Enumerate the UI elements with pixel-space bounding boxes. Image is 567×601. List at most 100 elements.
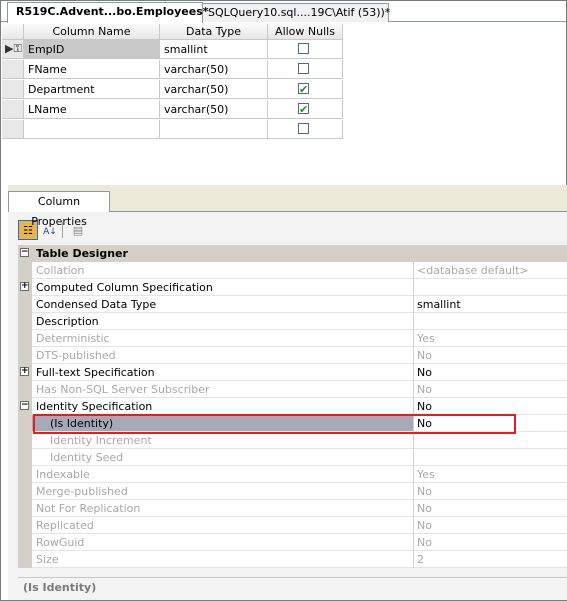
category-gutter: − (18, 245, 32, 262)
expand-icon[interactable]: + (20, 282, 29, 291)
allow-nulls-checkbox[interactable] (298, 100, 309, 119)
data-type-cell[interactable] (160, 120, 268, 139)
allow-nulls-checkbox[interactable] (298, 43, 309, 54)
property-value: No (414, 534, 567, 551)
data-type-cell[interactable]: varchar(50) (160, 80, 268, 99)
row-selector[interactable] (2, 120, 24, 139)
property-gutter: − (18, 398, 32, 415)
property-row[interactable]: Collation <database default> (18, 262, 567, 279)
category-title: Table Designer (32, 245, 414, 262)
property-row[interactable]: Description (18, 313, 567, 330)
allow-nulls-checkbox[interactable] (298, 80, 309, 99)
property-gutter (18, 466, 32, 483)
property-value: Yes (414, 330, 567, 347)
property-value[interactable]: No (414, 398, 567, 415)
row-selector[interactable] (2, 80, 24, 99)
property-name: Description (32, 313, 414, 330)
allow-nulls-cell (268, 120, 343, 139)
allow-nulls-cell (268, 40, 343, 59)
collapse-icon[interactable]: − (20, 248, 29, 257)
property-name: RowGuid (32, 534, 414, 551)
property-row[interactable]: + Computed Column Specification (18, 279, 567, 296)
property-name: Condensed Data Type (32, 296, 414, 313)
allow-nulls-checkbox[interactable] (298, 63, 309, 74)
property-gutter (18, 483, 32, 500)
column-name-cell[interactable] (24, 120, 160, 139)
property-gutter (18, 534, 32, 551)
tab-column-properties[interactable]: Column Properties (8, 191, 110, 228)
property-row[interactable]: Deterministic Yes (18, 330, 567, 347)
property-value: No (414, 500, 567, 517)
property-gutter (18, 449, 32, 466)
property-value: <database default> (414, 262, 567, 279)
property-gutter (18, 262, 32, 279)
data-type-cell[interactable]: varchar(50) (160, 100, 268, 119)
data-type-cell[interactable]: smallint (160, 40, 268, 59)
property-row[interactable]: Indexable Yes (18, 466, 567, 483)
property-gutter (18, 381, 32, 398)
property-row[interactable]: Identity Seed (18, 449, 567, 466)
property-gutter (18, 415, 32, 432)
row-selector[interactable] (2, 60, 24, 79)
property-value (414, 449, 567, 466)
tab-sql-query[interactable]: SQLQuery10.sql....19C\Atif (53))* (199, 3, 390, 22)
property-value[interactable] (414, 313, 567, 330)
document-tab-bar: R519C.Advent...bo.Employees* SQLQuery10.… (1, 1, 566, 23)
property-gutter (18, 432, 32, 449)
property-row[interactable]: Identity Increment (18, 432, 567, 449)
property-row[interactable]: Merge-published No (18, 483, 567, 500)
property-value[interactable] (414, 279, 567, 296)
property-gutter (18, 330, 32, 347)
property-name: Merge-published (32, 483, 414, 500)
property-row[interactable]: Not For Replication No (18, 500, 567, 517)
property-name: Identity Specification (32, 398, 414, 415)
property-gutter (18, 347, 32, 364)
property-name: Identity Seed (32, 449, 414, 466)
expand-icon[interactable]: + (20, 367, 29, 376)
allow-nulls-cell (268, 80, 343, 99)
property-row[interactable]: Condensed Data Type smallint (18, 296, 567, 313)
property-gutter (18, 296, 32, 313)
red-highlight-box (33, 414, 516, 434)
property-gutter: + (18, 279, 32, 296)
property-description-pane: (Is Identity) (18, 577, 567, 597)
property-value[interactable]: No (414, 364, 567, 381)
property-gutter: + (18, 364, 32, 381)
property-row[interactable]: Size 2 (18, 551, 567, 568)
row-selector-header (2, 24, 24, 40)
allow-nulls-cell (268, 100, 343, 119)
property-name: Indexable (32, 466, 414, 483)
property-gutter (18, 551, 32, 568)
property-gutter (18, 313, 32, 330)
category-row[interactable]: − Table Designer (18, 245, 567, 262)
property-row[interactable]: Replicated No (18, 517, 567, 534)
property-name: Full-text Specification (32, 364, 414, 381)
row-selector[interactable] (2, 100, 24, 119)
data-type-cell[interactable]: varchar(50) (160, 60, 268, 79)
column-name-cell[interactable]: EmpID (24, 40, 160, 59)
property-row[interactable]: + Full-text Specification No (18, 364, 567, 381)
category-fill (414, 245, 567, 262)
property-value: No (414, 381, 567, 398)
column-name-cell[interactable]: LName (24, 100, 160, 119)
property-name: Not For Replication (32, 500, 414, 517)
property-row[interactable]: Has Non-SQL Server Subscriber No (18, 381, 567, 398)
property-name: Has Non-SQL Server Subscriber (32, 381, 414, 398)
column-name-cell[interactable]: FName (24, 60, 160, 79)
collapse-icon[interactable]: − (20, 401, 29, 410)
tab-employees-designer[interactable]: R519C.Advent...bo.Employees* (7, 2, 209, 23)
property-name: Computed Column Specification (32, 279, 414, 296)
property-row[interactable]: DTS-published No (18, 347, 567, 364)
header-allow-nulls: Allow Nulls (268, 24, 343, 40)
property-value[interactable]: smallint (414, 296, 567, 313)
property-gutter (18, 517, 32, 534)
property-name: Identity Increment (32, 432, 414, 449)
property-value: No (414, 517, 567, 534)
column-name-cell[interactable]: Department (24, 80, 160, 99)
row-selector[interactable]: ▶⚿ (2, 40, 24, 59)
primary-key-icon: ▶⚿ (5, 42, 22, 55)
allow-nulls-checkbox[interactable] (298, 123, 309, 134)
property-row[interactable]: RowGuid No (18, 534, 567, 551)
property-row[interactable]: − Identity Specification No (18, 398, 567, 415)
property-name: DTS-published (32, 347, 414, 364)
